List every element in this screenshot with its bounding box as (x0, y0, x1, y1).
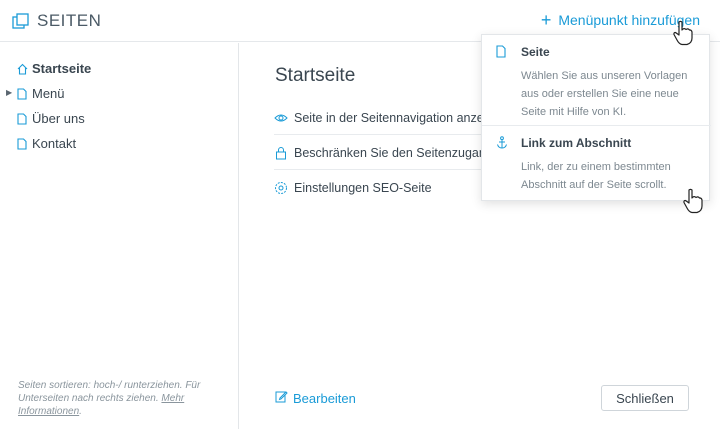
add-menu-item-button[interactable]: + Menüpunkt hinzufügen (540, 10, 700, 30)
option-label: Beschränken Sie den Seitenzugang (294, 145, 484, 160)
dropdown-item-section-link[interactable]: Link zum Abschnitt Link, der zu einem be… (482, 126, 711, 201)
sidebar-item-ueber-uns[interactable]: Über uns (0, 108, 239, 130)
page-icon (17, 138, 27, 153)
lock-icon (274, 146, 288, 160)
edit-label: Bearbeiten (293, 390, 356, 406)
gear-icon (274, 181, 288, 195)
close-button[interactable]: Schließen (601, 385, 689, 411)
app-title: SEITEN (37, 11, 102, 30)
pages-icon (12, 12, 29, 30)
dropdown-item-description: Link, der zu einem bestimmten Abschnitt … (521, 161, 671, 191)
sidebar-item-label: Menü (32, 86, 65, 101)
sidebar-item-label: Kontakt (32, 136, 77, 151)
edit-icon (275, 390, 293, 406)
eye-icon (274, 111, 288, 125)
dropdown-item-page[interactable]: Seite Wählen Sie aus unseren Vorlagen au… (482, 35, 711, 125)
plus-icon: + (540, 10, 552, 30)
option-label: Einstellungen SEO-Seite (294, 181, 432, 195)
seo-settings-option[interactable]: Einstellungen SEO-Seite (274, 171, 484, 205)
show-in-navigation-option[interactable]: Seite in der Seitennavigation anzeigen (274, 101, 484, 135)
sidebar-item-label: Startseite (32, 61, 92, 76)
dropdown-item-title: Seite (521, 45, 550, 59)
anchor-icon (496, 136, 508, 154)
restrict-access-option[interactable]: Beschränken Sie den Seitenzugang (274, 136, 484, 170)
page-icon (17, 88, 27, 103)
page-icon (496, 45, 506, 63)
dropdown-item-title: Link zum Abschnitt (521, 136, 632, 150)
add-menu-item-label: Menüpunkt hinzufügen (558, 12, 700, 28)
sidebar-item-startseite[interactable]: Startseite (0, 58, 239, 80)
add-menu-dropdown: Seite Wählen Sie aus unseren Vorlagen au… (481, 34, 711, 201)
brand: SEITEN (12, 11, 101, 31)
sidebar-item-kontakt[interactable]: Kontakt (0, 133, 239, 155)
option-label: Seite in der Seitennavigation anzeigen (294, 110, 484, 125)
sort-hint: Seiten sortieren: hoch-/ runterziehen. F… (18, 379, 230, 418)
page-icon (17, 113, 27, 128)
expand-caret-icon[interactable]: ▶ (6, 88, 12, 97)
edit-button[interactable]: Bearbeiten (275, 390, 356, 406)
home-icon (17, 63, 28, 78)
sidebar: Startseite ▶ Menü Über uns Kontakt Seite… (0, 43, 239, 429)
sidebar-item-label: Über uns (32, 111, 85, 126)
sort-hint-end: . (79, 406, 82, 417)
page-title: Startseite (275, 65, 356, 86)
sidebar-item-menu[interactable]: ▶ Menü (0, 83, 239, 105)
dropdown-item-description: Wählen Sie aus unseren Vorlagen aus oder… (521, 70, 688, 118)
